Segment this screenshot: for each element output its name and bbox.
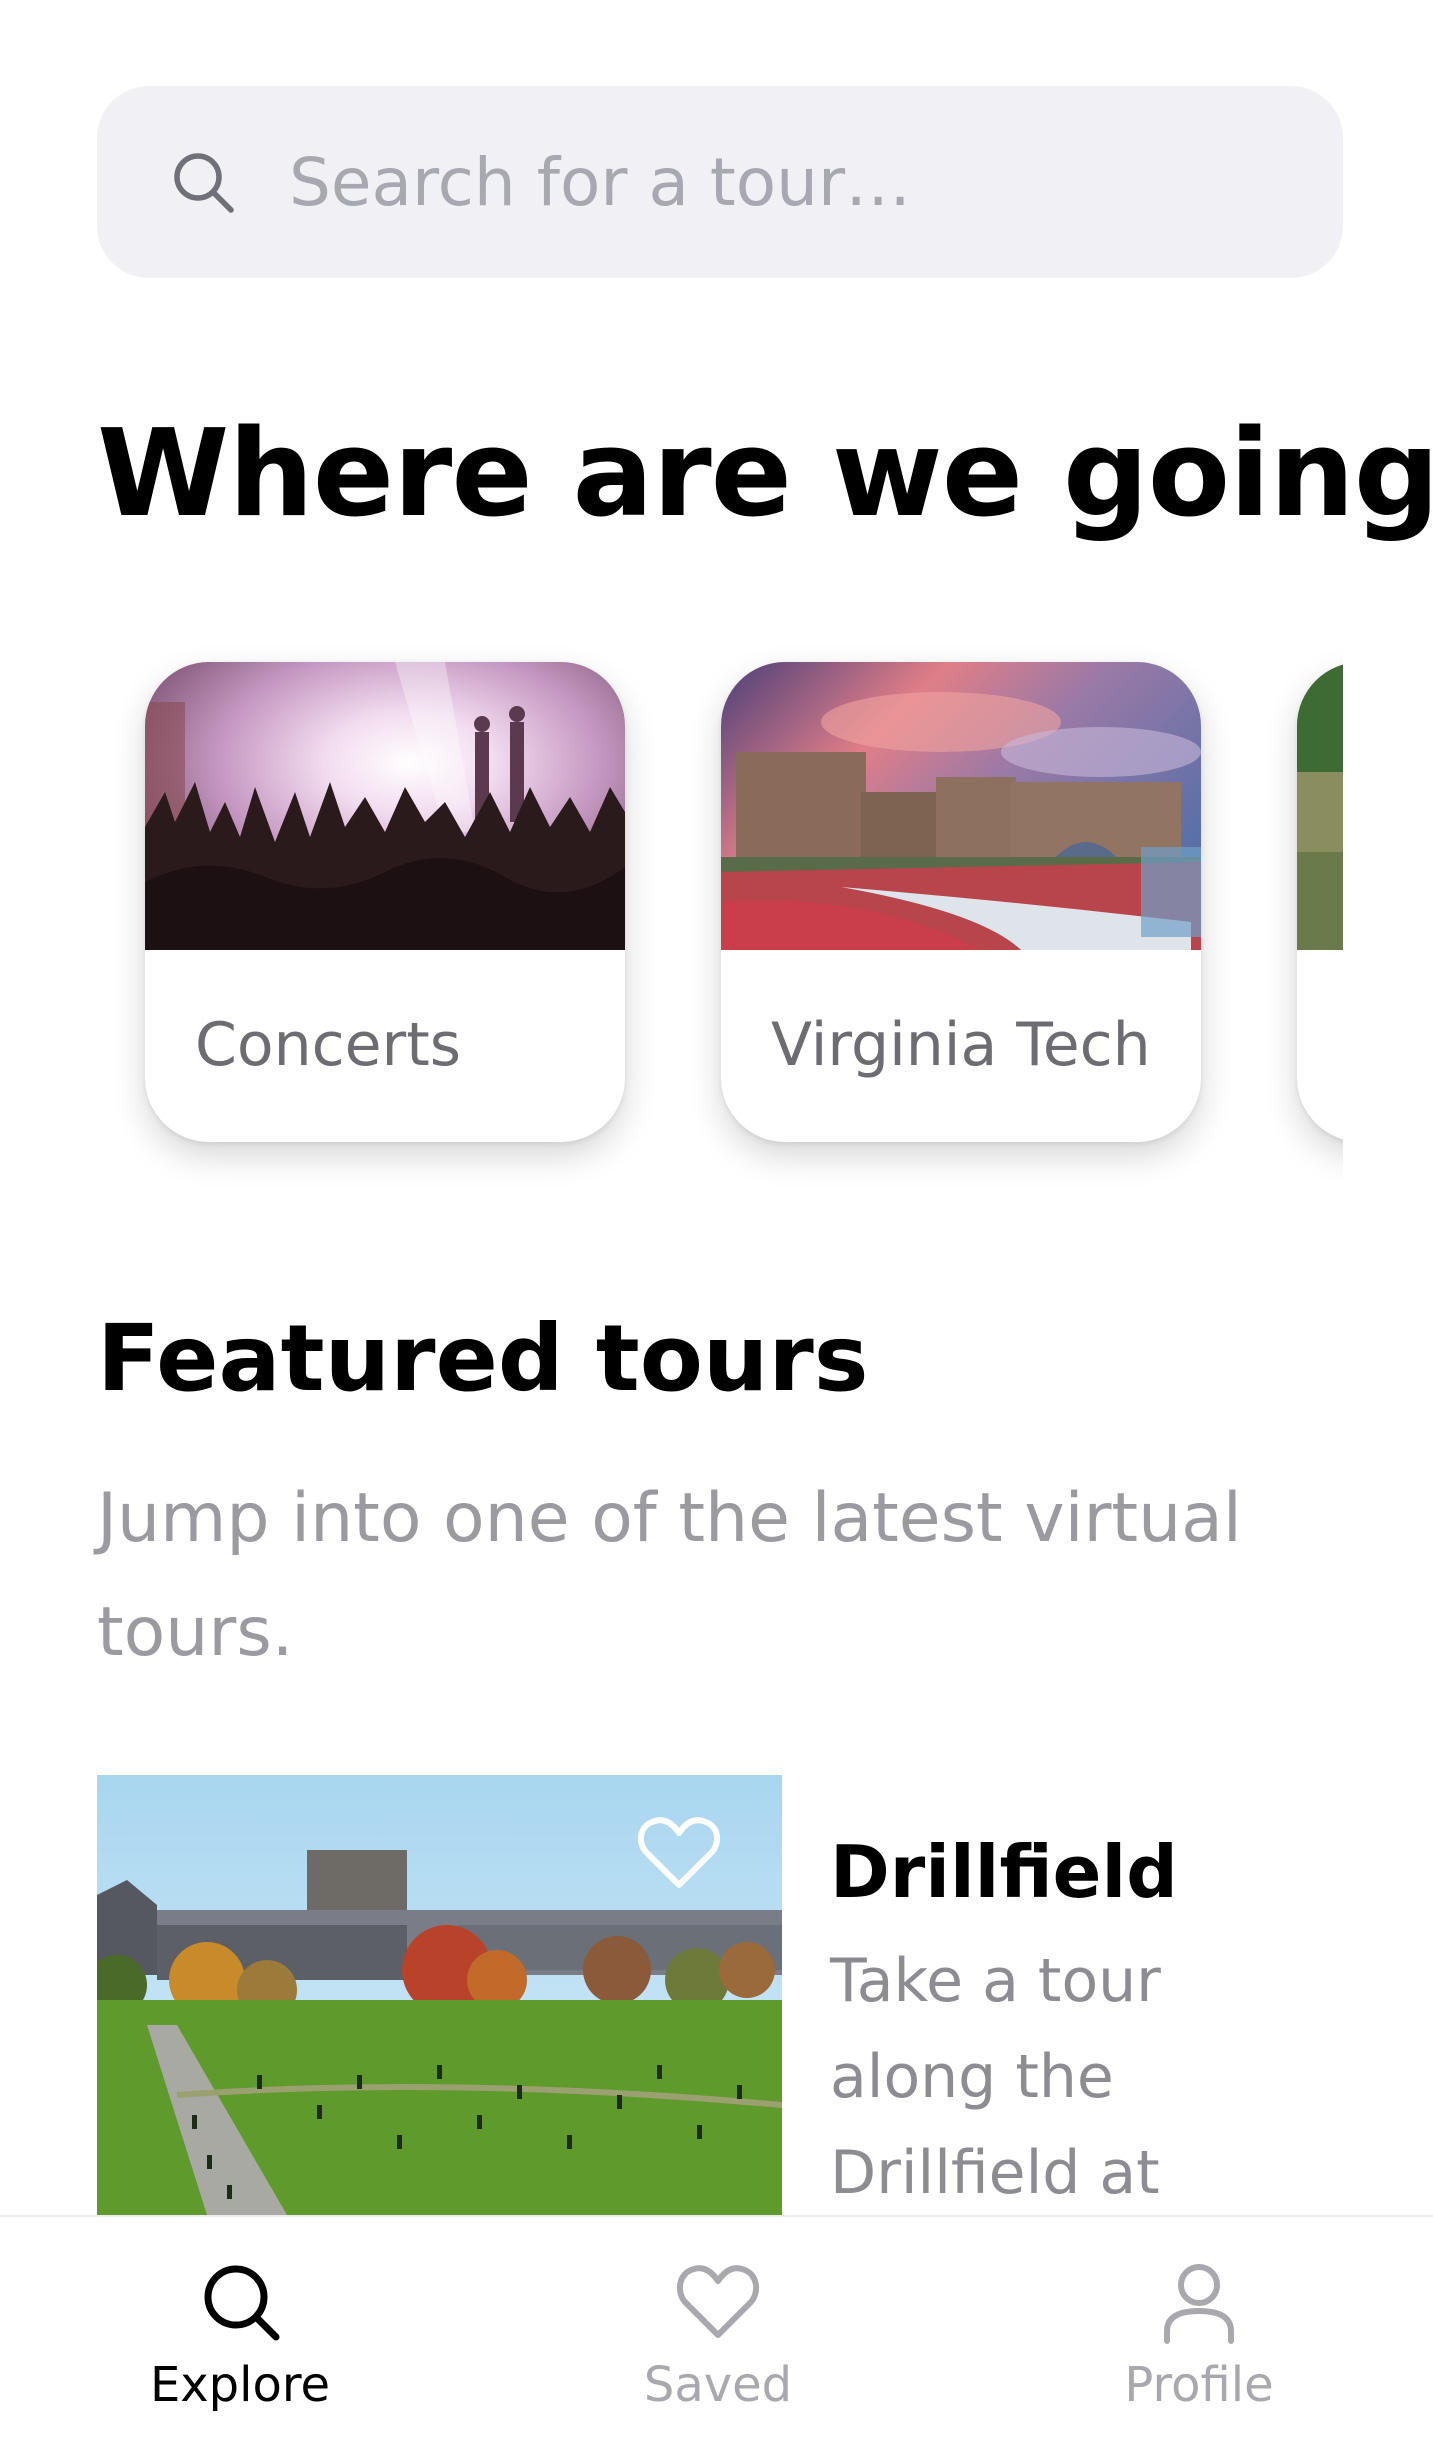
category-card-concerts[interactable]: Concerts [145,662,625,1142]
explore-screen: Where are we going? [0,0,1433,2453]
featured-subheading: Jump into one of the latest virtual tour… [97,1479,1242,1672]
tab-profile[interactable]: Profile [1049,2217,1349,2453]
search-icon [196,2217,284,2349]
tab-label: Explore [149,2357,331,2413]
heart-icon [674,2217,762,2349]
category-label: Concerts [195,1010,461,1080]
tab-explore[interactable]: Explore [90,2217,390,2453]
tour-description: Take a tour along the Drillfield at [830,1946,1161,2208]
tab-label: Profile [1124,2357,1274,2413]
nature-photo [1297,662,1343,950]
featured-heading: Featured tours [97,1305,869,1412]
tour-card-drillfield[interactable]: Drillfield Take a tour along the Drillfi… [97,1775,1343,2215]
person-icon [1155,2217,1243,2349]
category-card-nature[interactable] [1297,662,1343,1142]
tab-saved[interactable]: Saved [568,2217,868,2453]
page-title: Where are we going? [97,405,1433,544]
category-carousel[interactable]: Concerts Virginia Tech [97,620,1343,1220]
concert-crowd-photo [145,662,625,950]
search-input[interactable] [289,143,1189,221]
tab-label: Saved [643,2357,793,2413]
search-bar[interactable] [97,86,1343,278]
category-card-virginia-tech[interactable]: Virginia Tech [721,662,1201,1142]
bottom-tab-bar: Explore Saved Profile [0,2215,1433,2453]
category-label: Virginia Tech [771,1010,1151,1080]
campus-building-photo [721,662,1201,950]
tour-title: Drillfield [830,1830,1178,1914]
search-icon [169,148,237,216]
heart-outline-icon[interactable] [637,1815,721,1891]
